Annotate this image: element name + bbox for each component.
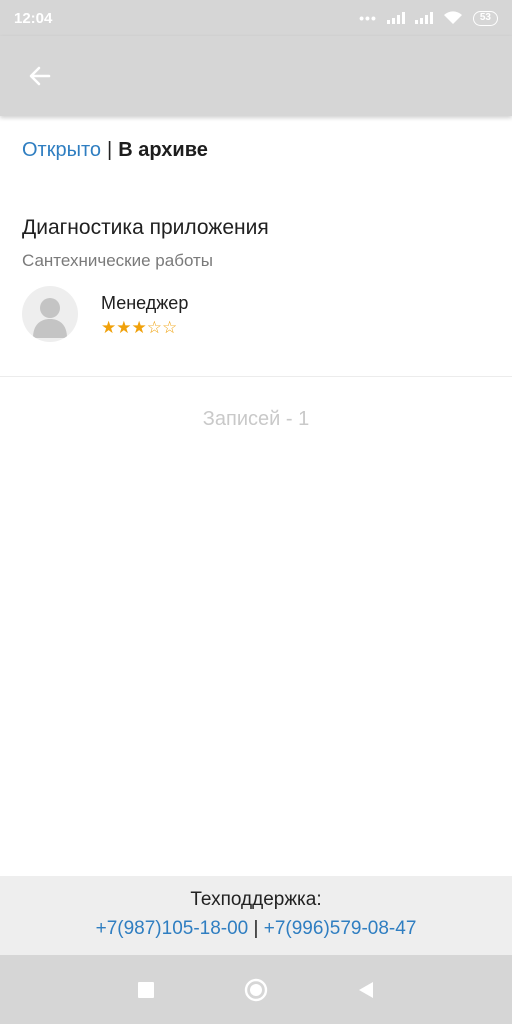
status-bar: 12:04 ••• 53 — [0, 0, 512, 36]
back-button[interactable] — [22, 58, 58, 94]
list-item[interactable]: Диагностика приложения Сантехнические ра… — [0, 200, 512, 377]
support-phones: +7(987)105-18-00 | +7(996)579-08-47 — [0, 918, 512, 940]
status-icons: ••• 53 — [359, 10, 498, 26]
system-nav-bar — [0, 955, 512, 1024]
support-label: Техподдержка: — [190, 889, 322, 910]
wifi-icon — [443, 11, 462, 24]
support-phone-1[interactable]: +7(987)105-18-00 — [96, 918, 249, 939]
signal-icon-2 — [414, 12, 433, 24]
status-tabs: Открыто | В архиве — [22, 139, 208, 162]
square-icon — [138, 981, 154, 998]
triangle-left-icon — [359, 981, 373, 998]
user-silhouette-icon — [33, 298, 67, 338]
tab-open[interactable]: Открыто — [22, 139, 101, 162]
tab-separator: | — [107, 139, 113, 161]
recents-button[interactable] — [133, 977, 159, 1003]
battery-icon: 53 — [472, 10, 498, 26]
status-time: 12:04 — [14, 9, 53, 27]
rating-stars: ★★★☆☆ — [101, 318, 177, 338]
app-bar — [0, 36, 512, 116]
nav-back-button[interactable] — [353, 977, 379, 1003]
support-footer: Техподдержка: +7(987)105-18-00 | +7(996)… — [0, 876, 512, 955]
tab-archive[interactable]: В архиве — [118, 139, 208, 162]
records-count: Записей - 1 — [202, 408, 310, 430]
rating-stars-full: ★★★ — [101, 318, 147, 337]
record-title: Диагностика приложения — [22, 216, 269, 239]
notification-dots-icon: ••• — [359, 10, 377, 26]
support-phone-2[interactable]: +7(996)579-08-47 — [264, 918, 417, 939]
circle-icon — [244, 978, 268, 1001]
rating-stars-empty: ☆☆ — [146, 318, 178, 337]
home-button[interactable] — [243, 977, 269, 1003]
manager-name: Менеджер — [101, 293, 189, 313]
phone-separator: | — [253, 918, 259, 939]
avatar — [22, 286, 78, 342]
signal-icon — [386, 12, 405, 24]
record-category: Сантехнические работы — [22, 251, 214, 270]
arrow-left-icon — [29, 66, 51, 86]
